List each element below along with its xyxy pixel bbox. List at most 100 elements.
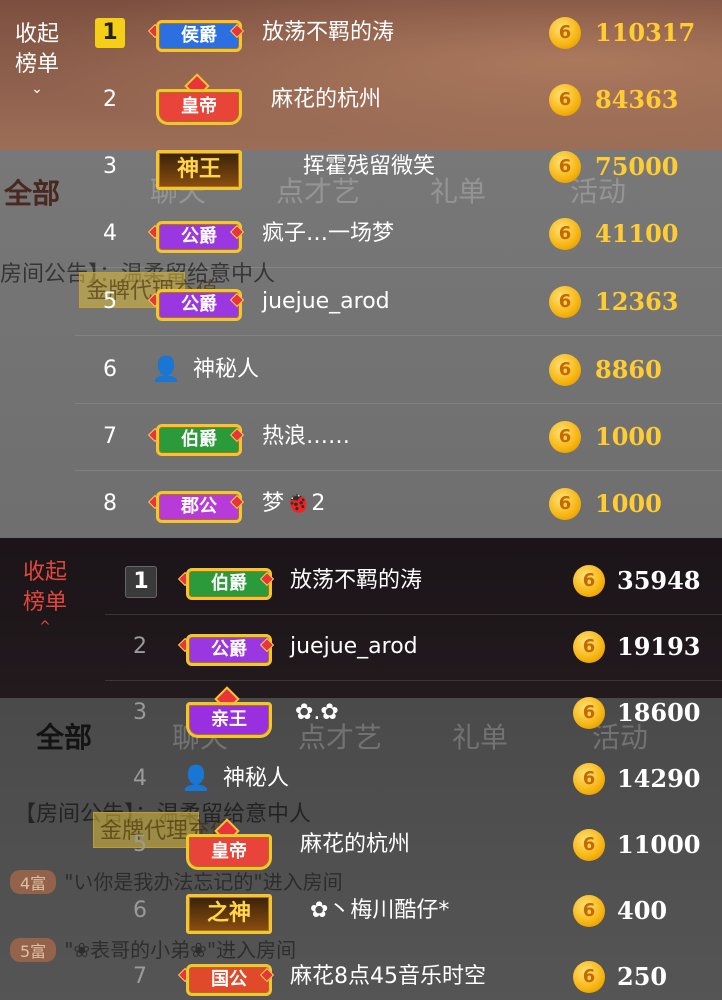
coin-amount: 8860: [595, 355, 662, 384]
rank-number: 2: [103, 87, 117, 112]
leaderboard-row[interactable]: 7 伯爵 热浪…… 6 1000: [75, 404, 722, 471]
rank-number: 3: [103, 154, 117, 179]
user-name: 放荡不羁的涛: [262, 20, 395, 45]
collapse-label-2: 榜单: [14, 52, 59, 77]
collapse-leaderboard-button[interactable]: 收起 榜单 ⌄: [6, 20, 68, 96]
user-name: 麻花的杭州: [271, 87, 382, 112]
rank-number: 4: [133, 766, 147, 791]
user-name: 神秘人: [223, 766, 290, 791]
user-name: 神秘人: [193, 357, 260, 382]
user-name: ✿丶梅川酷仔*: [310, 898, 450, 923]
user-name: 麻花的杭州: [300, 832, 411, 857]
rank-number: 6: [103, 357, 117, 382]
rank-badge: 伯爵: [177, 564, 275, 600]
coin-amount: 75000: [595, 152, 679, 181]
coin-amount: 400: [617, 896, 668, 925]
user-name: 放荡不羁的涛: [290, 568, 423, 593]
rank-badge: 公爵: [177, 630, 275, 666]
rank-badge: 皇帝: [150, 83, 242, 125]
rank-badge: 亲王: [180, 696, 272, 738]
chevron-up-icon: ^: [39, 619, 51, 635]
coin-icon: 6: [573, 961, 605, 993]
chevron-down-icon: ⌄: [31, 81, 43, 97]
leaderboard-row[interactable]: 7 国公 麻花8点45音乐时空 6 250: [105, 944, 722, 1000]
rank-number: 3: [133, 700, 147, 725]
mystery-person-icon: 👤: [151, 355, 181, 383]
rank-number: 7: [103, 424, 117, 449]
leaderboard-row[interactable]: 1 侯爵 放荡不羁的涛 6 110317: [75, 0, 722, 66]
leaderboard-row[interactable]: 3 神王 挥霍残留微笑 6 75000: [75, 134, 722, 200]
leaderboard-panel-2: 聊天 点才艺 礼单 活动 全部 【房间公告】：金牌代理充值温柔留给意中人 4富"…: [0, 538, 722, 1000]
mystery-person-icon: 👤: [181, 764, 211, 792]
collapse-label-1: 收起: [22, 560, 67, 585]
leaderboard-row[interactable]: 2 公爵 juejue_arod 6 19193: [105, 614, 722, 681]
rank-badge: 之神: [180, 894, 272, 934]
user-name: 挥霍残留微笑: [303, 154, 436, 179]
coin-amount: 1000: [595, 422, 662, 451]
rank-badge: 伯爵: [147, 420, 245, 456]
all-label: 全部: [4, 177, 61, 210]
coin-icon: 6: [573, 565, 605, 597]
leaderboard-row[interactable]: 1 伯爵 放荡不羁的涛 6 35948: [105, 548, 722, 615]
coin-icon: 6: [549, 84, 581, 116]
collapse-label-1: 收起: [14, 22, 59, 47]
coin-amount: 19193: [617, 632, 701, 661]
leaderboard-row[interactable]: 6 之神 ✿丶梅川酷仔* 6 400: [105, 878, 722, 944]
rank-number: 1: [95, 18, 125, 48]
rank-badge: 公爵: [147, 217, 245, 253]
rank-number: 7: [133, 964, 147, 989]
collapse-label-2: 榜单: [22, 590, 67, 615]
rank-badge: 皇帝: [180, 828, 272, 870]
coin-amount: 14290: [617, 764, 701, 793]
rank-badge: 公爵: [147, 285, 245, 321]
user-name: 麻花8点45音乐时空: [290, 964, 486, 989]
collapse-leaderboard-button[interactable]: 收起 榜单 ^: [14, 558, 76, 634]
rank-badge: 国公: [177, 960, 275, 996]
coin-icon: 6: [549, 286, 581, 318]
coin-icon: 6: [549, 151, 581, 183]
coin-amount: 1000: [595, 489, 662, 518]
user-name: ✿.✿: [295, 700, 339, 725]
user-name: juejue_arod: [290, 634, 418, 659]
rank-number: 6: [133, 898, 147, 923]
leaderboard-row[interactable]: 2 皇帝 麻花的杭州 6 84363: [75, 67, 722, 133]
coin-icon: 6: [549, 17, 581, 49]
coin-icon: 6: [573, 631, 605, 663]
leaderboard-row[interactable]: 8 郡公 梦🐞2 6 1000: [75, 471, 722, 537]
all-label: 全部: [36, 721, 93, 754]
rank-badge: 侯爵: [147, 16, 245, 52]
leaderboard-row[interactable]: 5 公爵 juejue_arod 6 12363: [75, 269, 722, 336]
coin-amount: 250: [617, 962, 668, 991]
rank-number: 4: [103, 221, 117, 246]
leaderboard-panel-1: 聊天 点才艺 礼单 活动 全部 房间公告】： 金牌代理充值 温柔留给意中人 收起 榜…: [0, 0, 722, 538]
coin-icon: 6: [573, 697, 605, 729]
coin-icon: 6: [573, 763, 605, 795]
rank-number: 5: [133, 832, 147, 857]
coin-amount: 12363: [595, 287, 679, 316]
coin-amount: 18600: [617, 698, 701, 727]
coin-icon: 6: [549, 488, 581, 520]
coin-icon: 6: [549, 354, 581, 386]
rank-number: 5: [103, 289, 117, 314]
leaderboard-row[interactable]: 4 👤 神秘人 6 14290: [105, 746, 722, 812]
coin-icon: 6: [549, 218, 581, 250]
rank-badge: 神王: [150, 150, 242, 190]
coin-icon: 6: [549, 421, 581, 453]
leaderboard-row[interactable]: 6 👤 神秘人 6 8860: [75, 337, 722, 404]
rank-number: 8: [103, 491, 117, 516]
user-name: 疯子…一场梦: [262, 221, 395, 246]
leaderboard-row[interactable]: 3 亲王 ✿.✿ 6 18600: [105, 680, 722, 746]
coin-amount: 110317: [595, 18, 696, 47]
rank-badge: 郡公: [147, 487, 245, 523]
leaderboard-row[interactable]: 4 公爵 疯子…一场梦 6 41100: [75, 201, 722, 268]
user-name: 梦🐞2: [262, 491, 326, 516]
rank-number: 1: [125, 566, 157, 598]
user-name: 热浪……: [262, 424, 351, 449]
user-name: juejue_arod: [262, 289, 390, 314]
coin-icon: 6: [573, 895, 605, 927]
coin-amount: 84363: [595, 85, 679, 114]
leaderboard-row[interactable]: 5 皇帝 麻花的杭州 6 11000: [105, 812, 722, 878]
coin-amount: 11000: [617, 830, 701, 859]
coin-amount: 41100: [595, 219, 679, 248]
coin-amount: 35948: [617, 566, 701, 595]
